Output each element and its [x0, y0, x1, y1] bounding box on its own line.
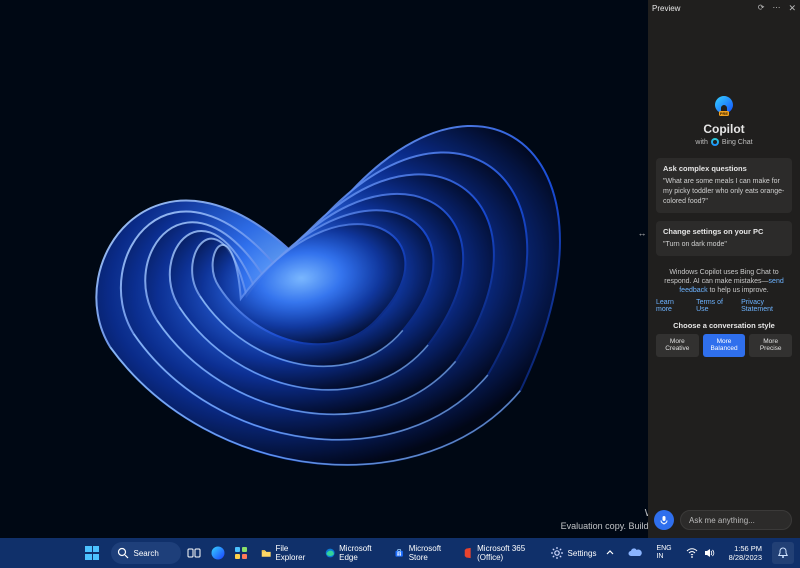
- style-creative-button[interactable]: MoreCreative: [656, 334, 699, 357]
- store-icon: [394, 546, 404, 560]
- speaker-icon: [703, 547, 715, 559]
- conversation-style-heading: Choose a conversation style: [673, 321, 775, 330]
- copilot-name: Copilot: [703, 122, 744, 136]
- conversation-style-row: MoreCreative MoreBalanced MorePrecise: [656, 334, 792, 357]
- taskbar-app-microsoft-store[interactable]: Microsoft Store: [388, 540, 454, 566]
- style-balanced-button[interactable]: MoreBalanced: [703, 334, 746, 357]
- windows-icon: [85, 546, 99, 560]
- copilot-footnote: Windows Copilot uses Bing Chat to respon…: [660, 268, 788, 295]
- tray-onedrive[interactable]: [624, 540, 646, 566]
- learn-more-link[interactable]: Learn more: [656, 299, 688, 313]
- widgets-button[interactable]: [232, 540, 252, 566]
- copilot-input-row: Ask me anything...: [648, 504, 800, 538]
- mic-button[interactable]: [654, 510, 674, 530]
- search-icon: [117, 547, 129, 559]
- taskbar-app-microsoft-365[interactable]: Microsoft 365 (Office): [458, 540, 539, 566]
- privacy-link[interactable]: Privacy Statement: [741, 299, 792, 313]
- task-view-button[interactable]: [185, 540, 205, 566]
- bing-icon: [711, 138, 719, 146]
- desktop: Windows 11 Pro Insider Preview Evaluatio…: [0, 0, 800, 568]
- taskbar-app-microsoft-edge[interactable]: Microsoft Edge: [319, 540, 385, 566]
- card-text: "What are some meals I can make for my p…: [663, 177, 785, 207]
- copilot-resize-handle[interactable]: ↔: [636, 228, 648, 238]
- refresh-icon[interactable]: ⟳: [758, 4, 765, 12]
- card-heading: Change settings on your PC: [663, 227, 785, 236]
- taskbar-search[interactable]: Search: [111, 542, 181, 564]
- tray-overflow-button[interactable]: [602, 540, 618, 566]
- close-icon[interactable]: ✕: [788, 4, 796, 12]
- copilot-titlebar: Preview ⟳ ⋯ ✕: [648, 0, 800, 16]
- copilot-window-title: Preview: [652, 4, 680, 13]
- notifications-button[interactable]: [772, 542, 794, 564]
- network-sound-tray[interactable]: [682, 540, 719, 566]
- search-label: Search: [134, 549, 159, 558]
- copilot-sidebar: Preview ⟳ ⋯ ✕ PRE Copilot with B: [648, 0, 800, 538]
- card-heading: Ask complex questions: [663, 164, 785, 173]
- copilot-body: PRE Copilot with Bing Chat Ask complex q…: [648, 16, 800, 504]
- copilot-logo-icon: PRE: [712, 94, 736, 118]
- svg-text:PRE: PRE: [720, 111, 729, 116]
- office-icon: [464, 546, 473, 560]
- taskbar-app-file-explorer[interactable]: File Explorer: [255, 540, 315, 566]
- language-switcher[interactable]: ENGIN: [652, 540, 675, 566]
- edge-icon: [325, 546, 335, 560]
- taskbar-app-settings[interactable]: Settings: [544, 540, 603, 566]
- copilot-subtitle: with Bing Chat: [695, 138, 752, 146]
- more-icon[interactable]: ⋯: [772, 4, 780, 12]
- folder-icon: [261, 547, 271, 559]
- style-precise-button[interactable]: MorePrecise: [749, 334, 792, 357]
- terms-link[interactable]: Terms of Use: [696, 299, 733, 313]
- card-text: "Turn on dark mode": [663, 240, 785, 250]
- copilot-legal-links: Learn more Terms of Use Privacy Statemen…: [656, 299, 792, 313]
- gear-icon: [550, 546, 564, 560]
- suggestion-card[interactable]: Ask complex questions "What are some mea…: [656, 158, 792, 213]
- start-button[interactable]: [80, 538, 105, 568]
- suggestion-card[interactable]: Change settings on your PC "Turn on dark…: [656, 221, 792, 256]
- taskbar: Search File Explorer Microsoft: [0, 538, 800, 568]
- copilot-taskbar-button[interactable]: [208, 540, 228, 566]
- clock-tray[interactable]: 1:56 PM8/28/2023: [725, 540, 766, 566]
- wifi-icon: [686, 547, 698, 559]
- ask-input[interactable]: Ask me anything...: [680, 510, 792, 530]
